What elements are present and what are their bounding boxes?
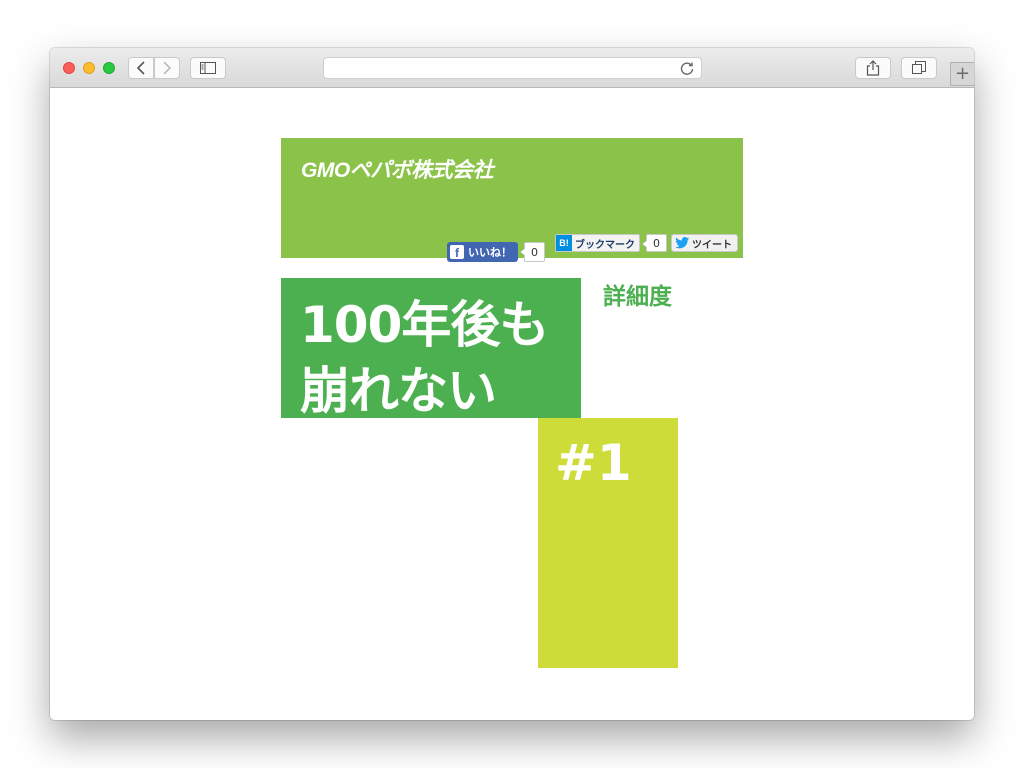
back-button[interactable]: [128, 57, 154, 79]
hero-title-line-2: 崩れない: [300, 362, 497, 418]
plus-icon: +: [954, 63, 971, 84]
card-number: #1: [555, 434, 632, 492]
facebook-icon: f: [450, 245, 464, 259]
twitter-bird-icon: [675, 237, 690, 249]
share-button[interactable]: [855, 57, 891, 79]
minimize-window-button[interactable]: [83, 62, 95, 74]
hatena-icon: B!: [556, 235, 572, 251]
share-icon: [866, 60, 880, 76]
page-content: GMOペパボ株式会社 f いいね！ 0 B! ブックマーク 0 ツイート 100…: [50, 88, 974, 720]
reload-icon[interactable]: [679, 60, 695, 76]
chevron-left-icon: [136, 61, 145, 75]
new-tab-button[interactable]: +: [950, 62, 974, 86]
hatena-bookmark-count: 0: [642, 234, 667, 252]
chevron-right-icon: [163, 61, 172, 75]
facebook-like-count: 0: [520, 242, 545, 262]
facebook-like-button[interactable]: f いいね！: [447, 242, 518, 262]
hatena-bookmark: B! ブックマーク 0: [555, 233, 667, 253]
specificity-card: #1: [538, 418, 678, 668]
company-logo[interactable]: GMOペパボ株式会社: [301, 154, 494, 184]
facebook-like-label: いいね！: [468, 246, 512, 259]
twitter-tweet: ツイート: [671, 233, 738, 253]
tweet-label: ツイート: [692, 239, 732, 251]
header-banner: GMOペパボ株式会社 f いいね！ 0 B! ブックマーク 0 ツイート: [281, 138, 743, 262]
browser-window: GMOペパボ株式会社 f いいね！ 0 B! ブックマーク 0 ツイート 100…: [50, 48, 974, 720]
forward-button[interactable]: [154, 57, 180, 79]
facebook-like: f いいね！ 0: [447, 242, 545, 262]
sidebar-toggle-button[interactable]: [190, 57, 226, 79]
hatena-bookmark-label: ブックマーク: [575, 239, 635, 251]
address-bar[interactable]: [323, 57, 702, 79]
hero-block: 100年後も 崩れない: [281, 278, 581, 418]
tweet-button[interactable]: ツイート: [671, 234, 738, 252]
hatena-bookmark-button[interactable]: B! ブックマーク: [555, 234, 640, 252]
close-window-button[interactable]: [63, 62, 75, 74]
hero-title-line-1: 100年後も: [300, 296, 549, 354]
detail-label: 詳細度: [603, 284, 672, 310]
tabs-icon: [912, 61, 926, 74]
hero-title: 100年後も 崩れない: [300, 292, 549, 418]
show-tabs-button[interactable]: [901, 57, 937, 79]
sidebar-icon: [200, 62, 216, 74]
zoom-window-button[interactable]: [103, 62, 115, 74]
browser-toolbar: [50, 48, 974, 88]
